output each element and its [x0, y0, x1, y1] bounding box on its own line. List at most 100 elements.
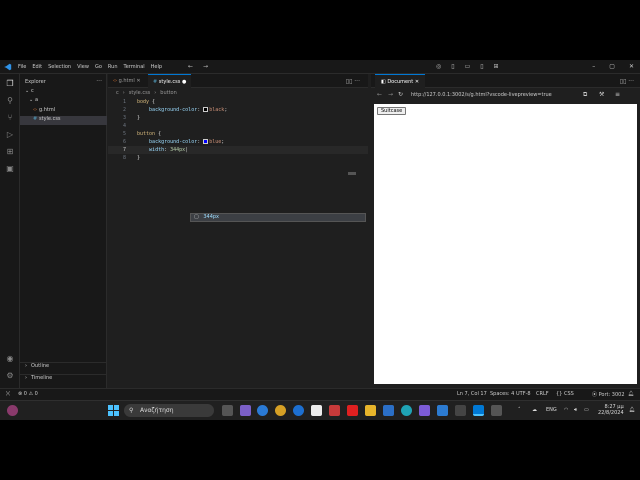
title-bar: File Edit Selection View Go Run Terminal…	[0, 60, 640, 74]
menu-help[interactable]: Help	[151, 64, 162, 70]
problems-indicator[interactable]: ⊗ 0 ⚠ 0	[18, 391, 38, 397]
cloud-icon[interactable]: ☁	[532, 407, 537, 413]
volume-icon[interactable]: 🔊︎	[574, 407, 577, 413]
widgets-icon[interactable]	[7, 405, 18, 416]
open-in-browser-icon[interactable]: ⧉	[583, 91, 587, 99]
menu-view[interactable]: View	[77, 64, 89, 70]
tab-document[interactable]: ◧ Document ✕	[375, 74, 426, 88]
input-language[interactable]: ENG	[546, 407, 557, 413]
clock[interactable]: 8:27 μμ 22/8/2024	[598, 404, 624, 416]
devtools-icon[interactable]: ⚒	[599, 91, 604, 98]
url-field[interactable]: http://127.0.0.1:3002/s/g.html?vscode-li…	[407, 91, 577, 99]
youtube-icon[interactable]	[347, 405, 358, 416]
close-tab-icon[interactable]: ✕	[136, 78, 140, 84]
forward-arrow-icon[interactable]: →	[203, 63, 208, 70]
menu-terminal[interactable]: Terminal	[124, 64, 145, 70]
source-control-icon[interactable]: ⑂	[5, 113, 15, 123]
remote-indicator-icon[interactable]: ⟩⟨	[6, 391, 10, 397]
chevron-down-icon: ⌄	[25, 88, 30, 94]
window-controls: – ▢ ✕	[592, 63, 634, 70]
taskbar-search-input[interactable]: Αναζήτηση	[124, 404, 214, 417]
tab-style-css[interactable]: # style.css ●	[148, 74, 192, 88]
layout-secondary-icon[interactable]: ▯	[480, 63, 483, 70]
encoding[interactable]: UTF-8	[516, 391, 531, 397]
more-options-icon[interactable]: ≡	[615, 91, 620, 98]
preview-more-icon[interactable]: ▯▯ ···	[620, 78, 634, 85]
hp-icon[interactable]	[293, 405, 304, 416]
menu-go[interactable]: Go	[95, 64, 102, 70]
office-icon[interactable]	[329, 405, 340, 416]
settings-gear-icon[interactable]: ⚙	[5, 371, 15, 381]
indentation[interactable]: Spaces: 4	[490, 391, 514, 397]
task-view-icon[interactable]	[222, 405, 233, 416]
menu-selection[interactable]: Selection	[48, 64, 71, 70]
more-actions-icon[interactable]: ···	[96, 78, 102, 85]
breadcrumb-file[interactable]: style.css	[129, 90, 151, 96]
tab-g-html[interactable]: ‹› g.html ✕	[108, 74, 146, 88]
breadcrumb-symbol[interactable]: button	[160, 90, 177, 96]
menu-edit[interactable]: Edit	[32, 64, 42, 70]
onenote-icon[interactable]	[419, 405, 430, 416]
customize-layout-icon[interactable]: ⊞	[494, 63, 499, 70]
layout-sidebar-icon[interactable]: ▯	[451, 63, 454, 70]
outline-section[interactable]: › Outline	[20, 362, 107, 371]
line-ending[interactable]: CRLF	[536, 391, 549, 397]
account-icon[interactable]: ◉	[5, 354, 15, 364]
forward-arrow-icon[interactable]: →	[388, 91, 393, 98]
unsaved-dot-icon[interactable]: ●	[182, 79, 186, 85]
battery-icon[interactable]: ▭	[584, 407, 589, 413]
edge-icon[interactable]	[401, 405, 412, 416]
wifi-icon[interactable]: ◠	[564, 407, 568, 413]
suitcase-button[interactable]: Suitcase	[377, 107, 407, 115]
minimap[interactable]	[348, 172, 356, 175]
code-line: 2 background-color: black;	[122, 107, 228, 113]
chevron-right-icon: ›	[154, 90, 157, 96]
menu-file[interactable]: File	[18, 64, 26, 70]
extensions-icon[interactable]: ⊞	[5, 147, 15, 157]
minimize-icon[interactable]: –	[592, 63, 595, 70]
terminal-app-icon[interactable]	[455, 405, 466, 416]
breadcrumb-folder[interactable]: c	[116, 90, 119, 96]
file-g-html[interactable]: ‹› g.html	[20, 107, 107, 116]
close-window-icon[interactable]: ✕	[629, 63, 634, 70]
file-label: style.css	[39, 116, 61, 122]
snipping-tool-icon[interactable]	[491, 405, 502, 416]
split-editor-icon[interactable]: ▯▯ ···	[346, 78, 360, 85]
timeline-section[interactable]: › Timeline	[20, 374, 107, 383]
reload-icon[interactable]: ↻	[398, 91, 403, 98]
autocomplete-suggestion[interactable]: ▢ 344px	[190, 213, 366, 222]
chrome-icon[interactable]	[275, 405, 286, 416]
remote-explorer-icon[interactable]: ▣	[5, 164, 15, 174]
start-windows-icon[interactable]	[108, 405, 119, 416]
live-server-port[interactable]: ⦿ Port: 3002	[592, 391, 625, 398]
layout-panel-icon[interactable]: ▭	[465, 63, 471, 70]
word-icon[interactable]	[383, 405, 394, 416]
error-count: 0	[23, 391, 27, 397]
color-swatch-black[interactable]	[203, 107, 209, 112]
notification-center-icon[interactable]: 🔔︎	[629, 407, 635, 413]
file-style-css[interactable]: # style.css	[20, 116, 107, 125]
copilot-icon[interactable]: ◎	[436, 63, 441, 70]
tree-root[interactable]: ⌄ c	[20, 88, 107, 97]
language-mode[interactable]: {} CSS	[556, 391, 574, 397]
search-icon[interactable]: ⚲	[5, 96, 15, 106]
vscode-taskbar-icon[interactable]	[473, 405, 484, 416]
explorer-icon[interactable]: ❐	[5, 79, 15, 89]
teams-icon[interactable]	[240, 405, 251, 416]
maximize-icon[interactable]: ▢	[609, 63, 615, 70]
calendar-app-icon[interactable]	[311, 405, 322, 416]
menu-run[interactable]: Run	[108, 64, 118, 70]
outlook-icon[interactable]	[437, 405, 448, 416]
tree-folder[interactable]: ⌄ a	[20, 97, 107, 106]
close-tab-icon[interactable]: ✕	[415, 79, 419, 85]
color-swatch-blue[interactable]	[203, 139, 209, 144]
back-arrow-icon[interactable]: ←	[188, 63, 193, 70]
notifications-bell-icon[interactable]: 🔔︎	[628, 391, 634, 397]
cursor-position[interactable]: Ln 7, Col 17	[457, 391, 487, 397]
file-explorer-icon[interactable]	[365, 405, 376, 416]
tray-chevron-up-icon[interactable]: ˄	[518, 407, 521, 413]
run-debug-icon[interactable]: ▷	[5, 130, 15, 140]
breadcrumb: c › style.css › button	[116, 90, 177, 96]
help-icon[interactable]	[257, 405, 268, 416]
back-arrow-icon[interactable]: ←	[377, 91, 382, 98]
